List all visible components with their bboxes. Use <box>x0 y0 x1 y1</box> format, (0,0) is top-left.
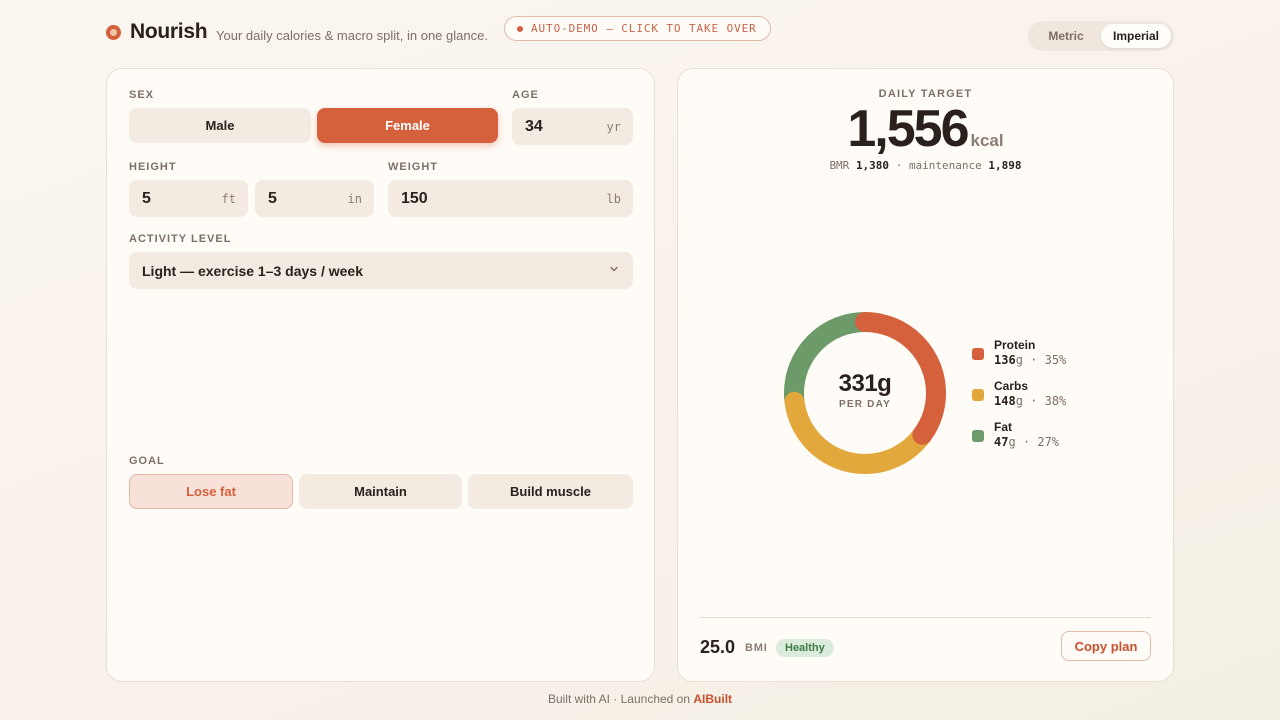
separator: · <box>895 159 903 172</box>
height-inches-value: 5 <box>268 190 277 207</box>
donut-center: 331g PER DAY <box>782 370 948 410</box>
age-input[interactable]: 34 yr <box>512 108 633 145</box>
logo-icon <box>106 25 121 40</box>
protein-name: Protein <box>994 338 1036 352</box>
weight-unit: lb <box>606 192 621 206</box>
goal-maintain-button[interactable]: Maintain <box>299 474 462 509</box>
imperial-button[interactable]: Imperial <box>1101 24 1171 48</box>
maintenance-value: 1,898 <box>988 159 1022 172</box>
age-label: AGE <box>512 89 539 101</box>
activity-label: ACTIVITY LEVEL <box>129 233 232 245</box>
auto-demo-label: AUTO-DEMO — CLICK TO TAKE OVER <box>531 22 757 35</box>
height-feet-input[interactable]: 5 ft <box>129 180 248 217</box>
carbs-grams: 148 <box>994 394 1016 408</box>
height-inches-unit: in <box>347 192 362 206</box>
chevron-down-icon <box>610 266 618 272</box>
divider <box>700 617 1151 618</box>
fat-values: 47g · 27% <box>994 435 1060 449</box>
height-feet-unit: ft <box>221 192 236 206</box>
bmr-value: 1,380 <box>855 159 890 172</box>
weight-value: 150 <box>401 190 428 207</box>
maintenance-label: maintenance <box>908 159 982 172</box>
footer: Built with AI · Launched on AIBuilt <box>0 692 1280 706</box>
kcal-value: 1,556 <box>847 100 969 158</box>
metric-button[interactable]: Metric <box>1031 24 1101 48</box>
weight-input[interactable]: 150 lb <box>388 180 633 217</box>
daily-target: 1,556 kcal <box>678 99 1173 159</box>
unit-toggle: Metric Imperial <box>1028 21 1174 51</box>
goal-lose-fat-button[interactable]: Lose fat <box>129 474 293 509</box>
kcal-unit: kcal <box>970 131 1004 150</box>
goal-label: GOAL <box>129 455 165 467</box>
bmi-value: 25.0 <box>700 637 736 657</box>
height-feet-value: 5 <box>142 190 151 207</box>
app-header: Nourish Your daily calories & macro spli… <box>106 16 1174 54</box>
brand-name: Nourish <box>130 20 208 43</box>
carbs-pct: 38% <box>1044 394 1067 408</box>
height-inches-input[interactable]: 5 in <box>255 180 374 217</box>
aibuilt-link[interactable]: AIBuilt <box>693 692 732 706</box>
bmr-summary: BMR 1,380 · maintenance 1,898 <box>678 159 1173 172</box>
input-panel: SEX Male Female AGE 34 yr HEIGHT 5 ft 5 … <box>106 68 655 682</box>
footer-text: Built with AI · Launched on <box>547 692 691 706</box>
carbs-swatch <box>972 389 984 401</box>
bmi-label: BMI <box>745 642 768 654</box>
sex-female-button[interactable]: Female <box>317 108 498 143</box>
goal-build-muscle-button[interactable]: Build muscle <box>468 474 633 509</box>
activity-select[interactable]: Light — exercise 1–3 days / week <box>129 252 633 289</box>
age-unit: yr <box>606 120 621 134</box>
recording-dot-icon <box>517 26 523 32</box>
fat-grams: 47 <box>994 435 1009 449</box>
result-panel: DAILY TARGET 1,556 kcal BMR 1,380 · maint… <box>677 68 1174 682</box>
copy-plan-button[interactable]: Copy plan <box>1061 631 1151 661</box>
activity-value: Light — exercise 1–3 days / week <box>142 263 364 279</box>
sex-male-button[interactable]: Male <box>129 108 311 143</box>
bmr-label: BMR <box>829 159 850 172</box>
macro-total: 331g <box>838 370 892 397</box>
sex-label: SEX <box>129 89 155 101</box>
weight-label: WEIGHT <box>388 161 438 173</box>
bmi-status-badge: Healthy <box>776 639 834 657</box>
age-value: 34 <box>525 118 543 135</box>
height-label: HEIGHT <box>129 161 177 173</box>
tagline: Your daily calories & macro split, in on… <box>216 28 488 43</box>
fat-swatch <box>972 430 984 442</box>
fat-name: Fat <box>994 420 1012 434</box>
macro-total-sub: PER DAY <box>839 399 891 410</box>
carbs-values: 148g · 38% <box>994 394 1067 408</box>
protein-swatch <box>972 348 984 360</box>
carbs-name: Carbs <box>994 379 1029 393</box>
auto-demo-button[interactable]: AUTO-DEMO — CLICK TO TAKE OVER <box>504 16 771 41</box>
protein-pct: 35% <box>1044 353 1067 367</box>
protein-grams: 136 <box>994 353 1016 367</box>
fat-pct: 27% <box>1037 435 1060 449</box>
protein-values: 136g · 35% <box>994 353 1067 367</box>
